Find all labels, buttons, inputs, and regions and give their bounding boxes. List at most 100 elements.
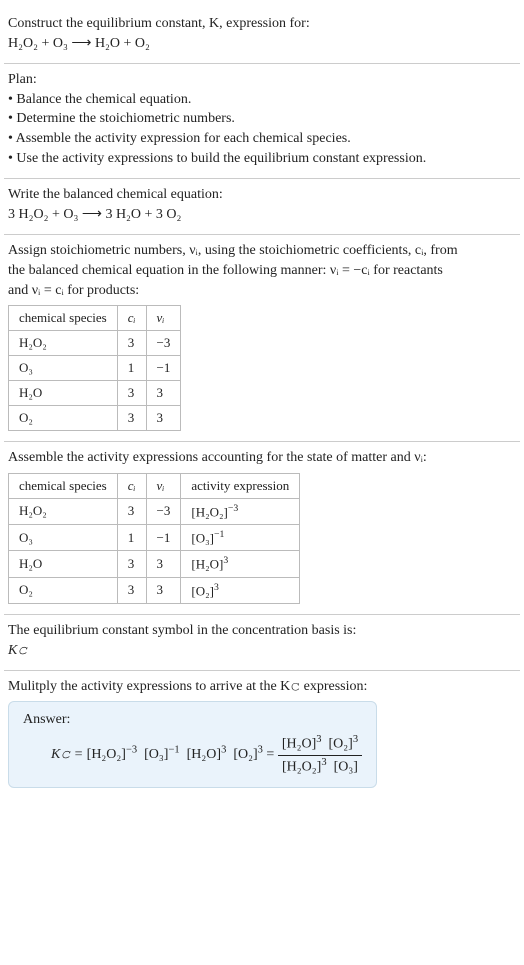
- num2-base: [O₂]: [329, 737, 353, 752]
- term2-exp: −1: [168, 745, 179, 756]
- cell-species: H₂O₂: [9, 331, 118, 356]
- table-row: H₂O 3 3: [9, 381, 181, 406]
- col-nui: νᵢ: [146, 473, 181, 498]
- cell-ci: 3: [117, 331, 146, 356]
- cell-activity: [O₂]3: [181, 577, 300, 603]
- kc-lhs: K𝚌 =: [51, 747, 87, 762]
- act-base: [O₃]: [191, 530, 214, 545]
- symbol-label: The equilibrium constant symbol in the c…: [8, 621, 516, 641]
- cell-activity: [H₂O₂]−3: [181, 498, 300, 524]
- act-base: [O₂]: [191, 583, 214, 598]
- answer-expression: K𝚌 = [H₂O₂]−3 [O₃]−1 [H₂O]3 [O₂]3 = [H₂O…: [23, 733, 362, 777]
- term3-base: [H₂O]: [187, 747, 221, 762]
- symbol-kc: K𝚌: [8, 641, 516, 661]
- cell-species: O₃: [9, 356, 118, 381]
- cell-nui: −1: [146, 525, 181, 551]
- cell-species: H₂O: [9, 381, 118, 406]
- section-balanced: Write the balanced chemical equation: 3 …: [4, 179, 520, 235]
- equals: =: [266, 747, 277, 762]
- table-row: O₃ 1 −1: [9, 356, 181, 381]
- col-ci: cᵢ: [117, 473, 146, 498]
- cell-activity: [O₃]−1: [181, 525, 300, 551]
- cell-nui: 3: [146, 381, 181, 406]
- act-exp: 3: [223, 555, 228, 566]
- activity-intro: Assemble the activity expressions accoun…: [8, 448, 516, 468]
- stoich-table: chemical species cᵢ νᵢ H₂O₂ 3 −3 O₃ 1 −1…: [8, 305, 181, 431]
- term4-base: [O₂]: [233, 747, 257, 762]
- act-exp: −3: [228, 503, 238, 514]
- fraction-numerator: [H₂O]3 [O₂]3: [278, 733, 362, 755]
- stoich-intro-3: and νᵢ = cᵢ for products:: [8, 281, 516, 301]
- plan-title: Plan:: [8, 70, 516, 90]
- stoich-intro-1: Assign stoichiometric numbers, νᵢ, using…: [8, 241, 516, 261]
- cell-species: O₂: [9, 577, 118, 603]
- den1-exp: 3: [321, 757, 326, 768]
- section-stoich: Assign stoichiometric numbers, νᵢ, using…: [4, 235, 520, 442]
- section-prompt: Construct the equilibrium constant, K, e…: [4, 8, 520, 64]
- den1-base: [H₂O₂]: [282, 759, 321, 774]
- plan-bullet-1: • Balance the chemical equation.: [8, 90, 516, 110]
- section-answer: Mulitply the activity expressions to arr…: [4, 671, 520, 798]
- cell-ci: 3: [117, 498, 146, 524]
- table-row: H₂O 3 3 [H₂O]3: [9, 551, 300, 577]
- balanced-label: Write the balanced chemical equation:: [8, 185, 516, 205]
- fraction-denominator: [H₂O₂]3 [O₃]: [278, 756, 362, 777]
- answer-label: Answer:: [23, 710, 362, 730]
- cell-species: O₂: [9, 406, 118, 431]
- answer-intro: Mulitply the activity expressions to arr…: [8, 677, 516, 697]
- cell-ci: 1: [117, 525, 146, 551]
- table-row: O₂ 3 3 [O₂]3: [9, 577, 300, 603]
- plan-bullet-3: • Assemble the activity expression for e…: [8, 129, 516, 149]
- num1-base: [H₂O]: [282, 737, 316, 752]
- prompt-label: Construct the equilibrium constant, K, e…: [8, 16, 310, 31]
- term1-base: [H₂O₂]: [87, 747, 126, 762]
- stoich-intro-2: the balanced chemical equation in the fo…: [8, 261, 516, 281]
- term3-exp: 3: [221, 745, 226, 756]
- activity-table: chemical species cᵢ νᵢ activity expressi…: [8, 473, 300, 604]
- balanced-equation: 3 H₂O₂ + O₃ ⟶ 3 H₂O + 3 O₂: [8, 205, 516, 225]
- answer-box: Answer: K𝚌 = [H₂O₂]−3 [O₃]−1 [H₂O]3 [O₂]…: [8, 701, 377, 788]
- term1-exp: −3: [126, 745, 137, 756]
- col-nui: νᵢ: [146, 306, 181, 331]
- cell-ci: 3: [117, 577, 146, 603]
- cell-species: H₂O: [9, 551, 118, 577]
- table-header-row: chemical species cᵢ νᵢ activity expressi…: [9, 473, 300, 498]
- table-row: O₃ 1 −1 [O₃]−1: [9, 525, 300, 551]
- cell-species: O₃: [9, 525, 118, 551]
- section-plan: Plan: • Balance the chemical equation. •…: [4, 64, 520, 179]
- table-row: O₂ 3 3: [9, 406, 181, 431]
- prompt-text: Construct the equilibrium constant, K, e…: [8, 14, 516, 34]
- den2-base: [O₃]: [334, 759, 358, 774]
- num1-exp: 3: [316, 734, 321, 745]
- section-activity: Assemble the activity expressions accoun…: [4, 442, 520, 615]
- cell-ci: 3: [117, 406, 146, 431]
- cell-nui: −3: [146, 331, 181, 356]
- act-base: [H₂O₂]: [191, 504, 228, 519]
- col-species: chemical species: [9, 306, 118, 331]
- cell-nui: 3: [146, 551, 181, 577]
- fraction: [H₂O]3 [O₂]3 [H₂O₂]3 [O₃]: [278, 733, 362, 777]
- plan-bullet-4: • Use the activity expressions to build …: [8, 149, 516, 169]
- cell-activity: [H₂O]3: [181, 551, 300, 577]
- num2-exp: 3: [353, 734, 358, 745]
- cell-nui: 3: [146, 577, 181, 603]
- cell-ci: 1: [117, 356, 146, 381]
- act-base: [H₂O]: [191, 557, 223, 572]
- col-species: chemical species: [9, 473, 118, 498]
- cell-ci: 3: [117, 381, 146, 406]
- act-exp: 3: [214, 582, 219, 593]
- act-exp: −1: [214, 529, 224, 540]
- table-header-row: chemical species cᵢ νᵢ: [9, 306, 181, 331]
- cell-nui: 3: [146, 406, 181, 431]
- cell-species: H₂O₂: [9, 498, 118, 524]
- cell-nui: −1: [146, 356, 181, 381]
- cell-nui: −3: [146, 498, 181, 524]
- col-activity: activity expression: [181, 473, 300, 498]
- table-row: H₂O₂ 3 −3: [9, 331, 181, 356]
- unbalanced-equation: H₂O₂ + O₃ ⟶ H₂O + O₂: [8, 34, 516, 54]
- section-symbol: The equilibrium constant symbol in the c…: [4, 615, 520, 671]
- cell-ci: 3: [117, 551, 146, 577]
- col-ci: cᵢ: [117, 306, 146, 331]
- table-row: H₂O₂ 3 −3 [H₂O₂]−3: [9, 498, 300, 524]
- term4-exp: 3: [258, 745, 263, 756]
